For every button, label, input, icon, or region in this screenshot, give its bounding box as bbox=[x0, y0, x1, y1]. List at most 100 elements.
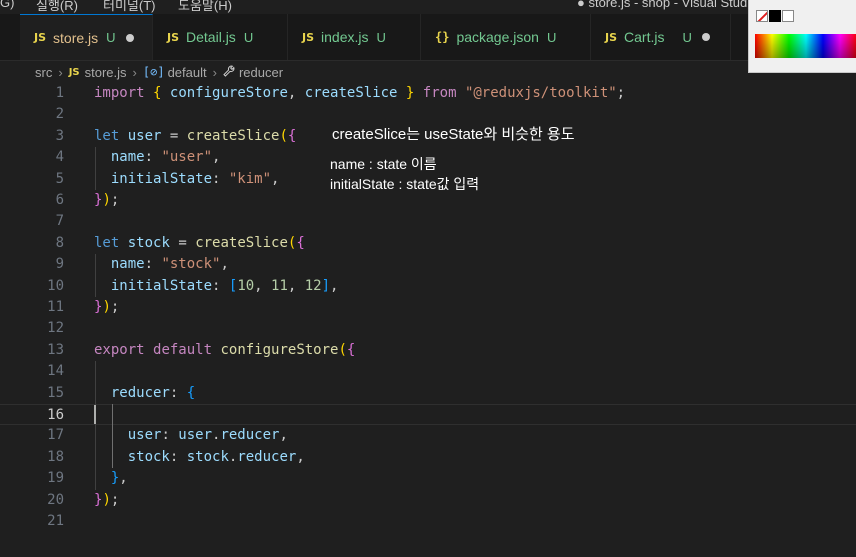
code-text: name: "stock", bbox=[110, 256, 229, 273]
indent-guide bbox=[95, 147, 96, 190]
untracked-status: U bbox=[682, 29, 692, 45]
tab-index-js[interactable]: JS index.js U bbox=[288, 14, 421, 60]
javascript-file-icon: JS bbox=[605, 30, 618, 44]
menu-bar: G) 실행(R) 터미널(T) 도움말(H) ● store.js - shop… bbox=[0, 0, 856, 14]
code-text: }); bbox=[94, 192, 120, 208]
code-text: stock: stock.reducer, bbox=[127, 448, 305, 465]
line-number: 5 bbox=[55, 170, 64, 187]
code-text: }, bbox=[110, 470, 128, 487]
code-text: }); bbox=[94, 299, 120, 315]
line-number: 18 bbox=[47, 448, 64, 465]
annotation-title: createSlice는 useState와 비슷한 용도 bbox=[332, 126, 575, 143]
tab-label: package.json bbox=[456, 29, 539, 45]
tab-label: Cart.js bbox=[624, 29, 665, 45]
tab-label: index.js bbox=[321, 29, 369, 45]
untracked-status: U bbox=[546, 29, 557, 45]
untracked-status: U bbox=[243, 29, 254, 45]
untracked-status: U bbox=[376, 29, 386, 45]
indent-guide bbox=[112, 404, 113, 469]
code-text: import { configureStore, createSlice } f… bbox=[94, 85, 626, 101]
code-text: user: user.reducer, bbox=[127, 427, 288, 444]
code-line[interactable]: 13 export default configureStore({ bbox=[0, 340, 856, 361]
code-text: }); bbox=[94, 491, 120, 508]
tab-label: store.js bbox=[53, 29, 99, 46]
chevron-right-icon: › bbox=[58, 64, 63, 80]
code-text: initialState: "kim", bbox=[110, 170, 280, 187]
annotation-name: name : state 이름 bbox=[330, 156, 437, 172]
code-line[interactable]: 20}); bbox=[0, 490, 856, 511]
menu-item-terminal[interactable]: 터미널(T) bbox=[103, 0, 155, 14]
json-file-icon: {} bbox=[435, 30, 450, 44]
code-line[interactable]: 18 stock: stock.reducer, bbox=[0, 447, 856, 468]
unsaved-dot-icon[interactable] bbox=[125, 33, 134, 42]
menu-item-partial[interactable]: G) bbox=[0, 0, 14, 10]
code-text: export default configureStore({ bbox=[94, 341, 356, 358]
breadcrumb-folder[interactable]: src bbox=[35, 65, 52, 80]
line-number: 21 bbox=[47, 513, 64, 529]
code-line[interactable]: 19 }, bbox=[0, 468, 856, 489]
code-text: reducer: { bbox=[110, 384, 196, 401]
no-color-swatch[interactable] bbox=[756, 10, 768, 22]
line-number: 11 bbox=[47, 299, 64, 315]
black-swatch[interactable] bbox=[769, 10, 781, 22]
line-number: 14 bbox=[47, 363, 64, 380]
untracked-status: U bbox=[106, 30, 116, 45]
line-number: 7 bbox=[55, 213, 64, 230]
line-number: 6 bbox=[55, 192, 64, 208]
window-title: ● store.js - shop - Visual Studi bbox=[577, 0, 751, 10]
code-text: initialState: [10, 11, 12], bbox=[110, 277, 339, 294]
code-line[interactable]: 21 bbox=[0, 511, 856, 532]
javascript-file-icon: JS bbox=[167, 30, 180, 44]
tab-cart-js[interactable]: JS Cart.js U bbox=[591, 14, 731, 60]
breadcrumb-symbol[interactable]: default bbox=[168, 65, 207, 80]
code-line[interactable]: 16 bbox=[0, 404, 856, 425]
tab-store-js[interactable]: JS store.js U bbox=[20, 14, 153, 60]
code-line[interactable]: 15 reducer: { bbox=[0, 383, 856, 404]
code-line[interactable]: 12 bbox=[0, 318, 856, 339]
menu-item-help[interactable]: 도움말(H) bbox=[178, 0, 232, 14]
line-number: 12 bbox=[47, 320, 64, 337]
code-text: let user = createSlice({ bbox=[94, 127, 297, 144]
line-number: 10 bbox=[47, 277, 64, 294]
unsaved-dot-icon[interactable] bbox=[701, 33, 710, 41]
line-number: 8 bbox=[55, 234, 64, 251]
line-number: 13 bbox=[47, 341, 64, 358]
code-line[interactable]: 17 user: user.reducer, bbox=[0, 425, 856, 446]
text-cursor bbox=[94, 405, 96, 424]
color-picker-widget[interactable] bbox=[748, 0, 856, 73]
line-number: 20 bbox=[47, 491, 64, 508]
indent-guide bbox=[95, 254, 96, 297]
code-line[interactable]: 1 import { configureStore, createSlice } … bbox=[0, 83, 856, 104]
chevron-right-icon: › bbox=[212, 64, 217, 80]
line-number: 17 bbox=[47, 427, 64, 444]
code-text: name: "user", bbox=[110, 149, 221, 166]
tab-package-json[interactable]: {} package.json U bbox=[421, 14, 591, 60]
code-line[interactable]: 8 let stock = createSlice({ bbox=[0, 233, 856, 254]
line-number: 19 bbox=[47, 470, 64, 487]
javascript-file-icon: JS bbox=[302, 30, 315, 44]
code-line[interactable]: 9 name: "stock", bbox=[0, 254, 856, 275]
breadcrumb-property[interactable]: reducer bbox=[239, 65, 283, 80]
color-spectrum[interactable] bbox=[755, 34, 856, 58]
white-swatch[interactable] bbox=[782, 10, 794, 22]
javascript-file-icon: JS bbox=[68, 66, 80, 78]
indent-guide bbox=[95, 361, 96, 490]
code-line[interactable]: 7 bbox=[0, 211, 856, 232]
javascript-file-icon: JS bbox=[34, 31, 47, 44]
breadcrumb-file[interactable]: store.js bbox=[85, 65, 127, 80]
line-number: 3 bbox=[55, 127, 64, 144]
code-line[interactable]: 11}); bbox=[0, 297, 856, 318]
annotation-initialstate: initialState : state값 입력 bbox=[330, 176, 480, 192]
editor-tab-bar: JS store.js U JS Detail.js U JS index.js… bbox=[0, 14, 856, 61]
code-text: let stock = createSlice({ bbox=[94, 234, 305, 251]
line-number: 4 bbox=[55, 149, 64, 166]
code-line[interactable]: 10 initialState: [10, 11, 12], bbox=[0, 276, 856, 297]
wrench-icon bbox=[223, 65, 235, 80]
tab-detail-js[interactable]: JS Detail.js U bbox=[153, 14, 288, 60]
tab-label: Detail.js bbox=[186, 29, 236, 45]
line-number: 1 bbox=[55, 85, 64, 101]
menu-item-run[interactable]: 실행(R) bbox=[36, 0, 78, 14]
code-line[interactable]: 14 bbox=[0, 361, 856, 382]
line-number: 2 bbox=[55, 106, 64, 123]
line-number: 16 bbox=[47, 407, 64, 423]
